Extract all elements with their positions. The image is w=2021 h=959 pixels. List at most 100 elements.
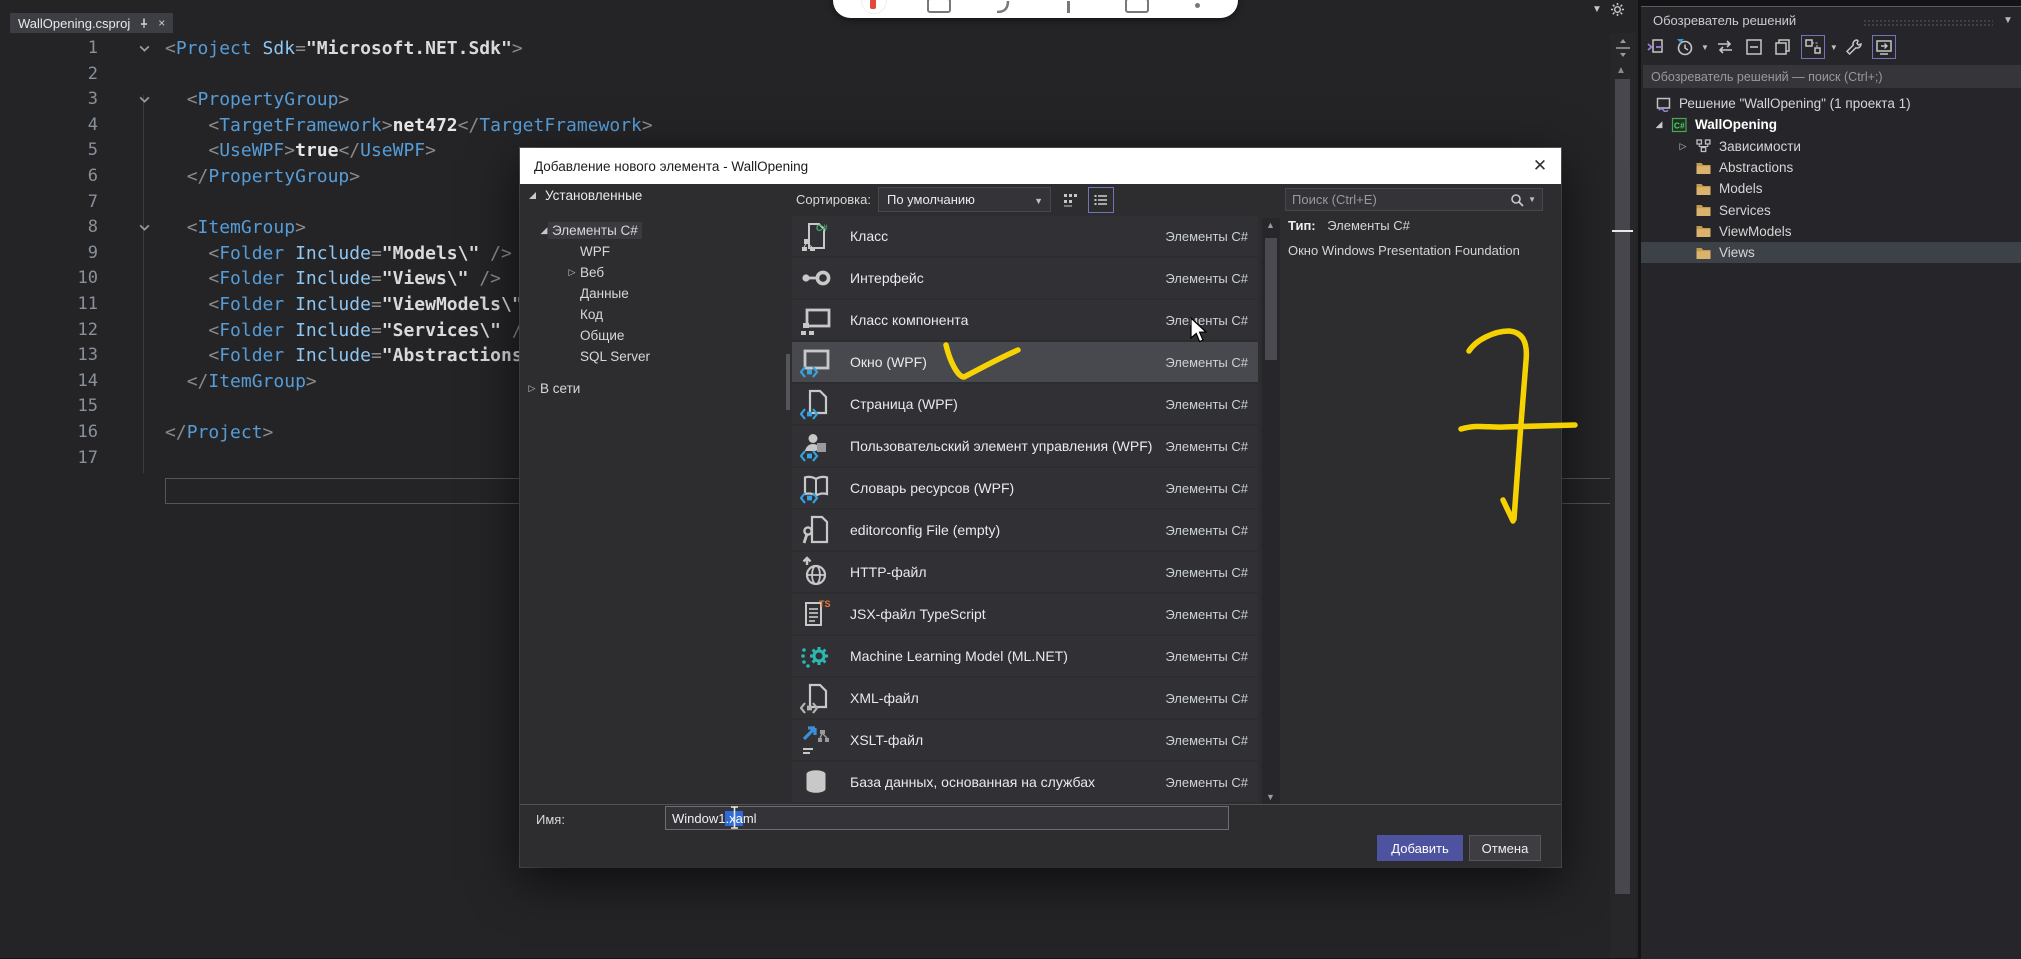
fold-chevron-icon[interactable] (134, 36, 154, 62)
template-item-11[interactable]: Machine Learning Model (ML.NET) Элементы … (792, 636, 1258, 676)
item-label: WallOpening (1695, 117, 1777, 133)
template-item-13[interactable]: XSLT-файл Элементы C# (792, 720, 1258, 760)
line-number: 9 (87, 242, 98, 263)
expanded-triangle-icon[interactable]: ◢ (1647, 119, 1671, 130)
editor-vertical-scrollbar[interactable]: ▲ (1610, 33, 1636, 958)
close-tab-icon[interactable]: × (158, 17, 165, 29)
home-toolbar-icon[interactable] (1645, 36, 1667, 58)
i-jsx (800, 598, 832, 630)
category-tree-scrollbar[interactable] (786, 354, 790, 410)
search-icon[interactable] (1509, 192, 1525, 208)
grid-view-icon[interactable] (1060, 189, 1082, 211)
installed-group[interactable]: Установленные (528, 188, 642, 203)
scope-toolbar-icon[interactable] (1800, 35, 1825, 59)
category-item-веб[interactable]: ▷ Веб (520, 262, 784, 283)
add-button[interactable]: Добавить (1377, 835, 1463, 861)
wrench-toolbar-icon[interactable] (1843, 36, 1865, 58)
copy-toolbar-icon[interactable] (1772, 36, 1794, 58)
template-category: Элементы C# (1165, 564, 1248, 580)
sort-dropdown[interactable]: По умолчанию ▼ (878, 187, 1051, 212)
item-name-input[interactable]: Window1 .xa ml (665, 806, 1229, 830)
category-label: Элементы C# (548, 222, 642, 239)
dialog-search-input[interactable]: Поиск (Ctrl+E) ▼ (1285, 188, 1543, 211)
code-line[interactable]: 1 <Project Sdk="Microsoft.NET.Sdk"> (0, 36, 1610, 62)
code-line[interactable]: 3 <PropertyGroup> (0, 87, 1610, 113)
scroll-up-icon[interactable]: ▲ (1616, 65, 1626, 76)
i-editorconfig (800, 514, 832, 546)
tab-wallopening-csproj[interactable]: WallOpening.csproj × (10, 13, 174, 33)
category-item-в-сети[interactable]: ▷ В сети (520, 378, 784, 399)
solution-tree-item-зависимости[interactable]: ▷ Зависимости (1641, 136, 2021, 157)
editor-options-gear-icon[interactable] (1610, 2, 1625, 17)
template-item-10[interactable]: JSX-файл TypeScript Элементы C# (792, 594, 1258, 634)
camera-icon[interactable] (1125, 0, 1149, 13)
split-editor-grip-icon[interactable] (1612, 37, 1634, 59)
scroll-up-icon[interactable]: ▲ (1266, 220, 1275, 230)
panel-menu-chevron-icon[interactable]: ▼ (2003, 15, 2013, 26)
list-view-icon[interactable] (1088, 187, 1114, 213)
code-line[interactable]: 2 (0, 62, 1610, 88)
solution-tree-item-views[interactable]: Views (1641, 242, 2021, 264)
template-item-14[interactable]: База данных, основанная на службах Элемен… (792, 762, 1258, 802)
template-item-4[interactable]: Окно (WPF) Элементы C# (792, 342, 1258, 382)
folder-icon (1695, 202, 1713, 218)
line-number: 3 (87, 89, 98, 110)
pending-toolbar-icon[interactable] (1674, 36, 1696, 58)
solution-tree-item-решение-wallopening-1-проекта-[interactable]: Решение "WallOpening" (1 проекта 1) (1641, 93, 2021, 114)
solution-tree-item-wallopening[interactable]: ◢ WallOpening (1641, 114, 2021, 135)
cancel-button[interactable]: Отмена (1469, 835, 1541, 861)
scroll-down-icon[interactable]: ▼ (1266, 792, 1275, 802)
active-files-dropdown-icon[interactable]: ▼ (1592, 4, 1602, 15)
code-text: </Project> (165, 421, 274, 443)
template-item-9[interactable]: HTTP-файл Элементы C# (792, 552, 1258, 592)
dialog-title-bar[interactable]: Добавление нового элемента - WallOpening… (520, 148, 1561, 184)
template-item-8[interactable]: editorconfig File (empty) Элементы C# (792, 510, 1258, 550)
fold-chevron-icon[interactable] (134, 87, 154, 113)
fold-chevron-icon[interactable] (134, 215, 154, 241)
collapsed-triangle-icon[interactable]: ▷ (1671, 141, 1695, 152)
category-item-код[interactable]: Код (520, 304, 784, 325)
template-item-12[interactable]: XML-файл Элементы C# (792, 678, 1258, 718)
solution-explorer-search-input[interactable]: Обозреватель решений — поиск (Ctrl+;) (1643, 65, 2021, 88)
category-item-данные[interactable]: Данные (520, 283, 784, 304)
solution-tree-item-abstractions[interactable]: Abstractions (1641, 157, 2021, 178)
dialog-close-icon[interactable]: ✕ (1527, 154, 1553, 178)
menu-dot-icon[interactable] (1195, 3, 1200, 8)
record-icon[interactable] (870, 0, 876, 9)
code-line[interactable]: 4 <TargetFramework>net472</TargetFramewo… (0, 113, 1610, 139)
collapse-toolbar-icon[interactable] (1743, 36, 1765, 58)
category-label: SQL Server (580, 349, 651, 364)
template-list-scrollbar[interactable]: ▲ ▼ (1262, 218, 1280, 804)
template-item-3[interactable]: Класс компонента Элементы C# (792, 300, 1258, 340)
template-item-6[interactable]: Пользовательский элемент управления (WPF… (792, 426, 1258, 466)
screen-icon[interactable] (927, 0, 951, 13)
template-item-2[interactable]: Интерфейс Элементы C# (792, 258, 1258, 298)
sync-toolbar-icon[interactable] (1714, 36, 1736, 58)
category-item-sql-server[interactable]: SQL Server (520, 346, 784, 367)
search-options-chevron-icon[interactable]: ▼ (1528, 195, 1536, 204)
pen-icon[interactable] (995, 0, 1011, 13)
screen-recorder-toolbar[interactable] (833, 0, 1238, 18)
template-item-7[interactable]: Словарь ресурсов (WPF) Элементы C# (792, 468, 1258, 508)
code-text: <PropertyGroup> (186, 89, 350, 111)
solution-tree-item-services[interactable]: Services (1641, 199, 2021, 220)
collapsed-triangle-icon[interactable]: ▷ (566, 267, 578, 278)
preview-toolbar-icon[interactable] (1871, 35, 1896, 59)
type-value: Элементы C# (1327, 218, 1410, 233)
category-item-общие[interactable]: Общие (520, 325, 784, 346)
scrollbar-thumb[interactable] (1615, 79, 1630, 894)
template-item-5[interactable]: Страница (WPF) Элементы C# (792, 384, 1258, 424)
pin-icon[interactable] (138, 17, 150, 29)
template-item-1[interactable]: Класс Элементы C# (792, 216, 1258, 256)
template-label: HTTP-файл (850, 564, 927, 580)
template-label: XML-файл (850, 690, 919, 706)
dropdown-chevron-icon[interactable]: ▼ (1830, 43, 1838, 52)
scrollbar-thumb[interactable] (1265, 238, 1277, 360)
solution-tree-item-viewmodels[interactable]: ViewModels (1641, 221, 2021, 242)
dropdown-chevron-icon[interactable]: ▼ (1701, 43, 1709, 52)
category-item-элементы-c#[interactable]: ◢ Элементы C# (520, 220, 784, 241)
expanded-triangle-icon[interactable] (528, 191, 537, 200)
solution-tree-item-models[interactable]: Models (1641, 178, 2021, 199)
category-item-wpf[interactable]: WPF (520, 241, 784, 262)
collapsed-triangle-icon[interactable]: ▷ (526, 383, 538, 394)
